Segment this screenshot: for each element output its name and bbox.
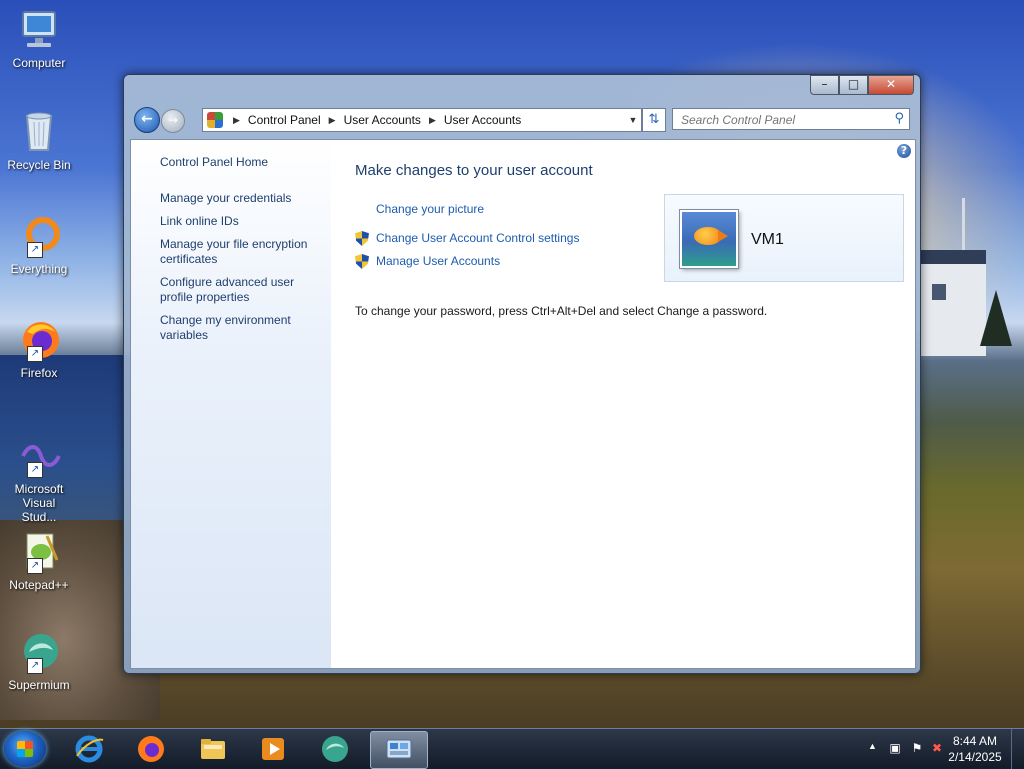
desktop-icon-label: Computer bbox=[12, 56, 66, 70]
change-picture-link[interactable]: Change your picture bbox=[376, 202, 484, 216]
manage-user-accounts-link[interactable]: Manage User Accounts bbox=[376, 254, 500, 268]
search-box[interactable]: ⚲ bbox=[672, 108, 910, 130]
user-avatar[interactable] bbox=[680, 210, 738, 268]
firefox-icon: ↗ bbox=[17, 318, 61, 362]
breadcrumb-separator[interactable]: ▶ bbox=[233, 115, 240, 126]
show-desktop-button[interactable] bbox=[1011, 729, 1024, 769]
forward-arrow-icon[interactable]: → bbox=[161, 109, 185, 133]
uac-shield-icon bbox=[355, 231, 369, 246]
internet-explorer-icon bbox=[74, 734, 104, 764]
wallpaper-tree bbox=[980, 290, 1012, 346]
maximize-button[interactable]: □ bbox=[839, 75, 868, 95]
clock[interactable]: 8:44 AM 2/14/2025 bbox=[946, 733, 1004, 765]
desktop-icon-everything[interactable]: ↗ Everything bbox=[4, 214, 74, 276]
sidebar-item-environment-variables[interactable]: Change my environment variables bbox=[160, 313, 320, 343]
recycle-bin-icon bbox=[17, 110, 61, 154]
folder-icon bbox=[198, 734, 228, 764]
taskbar-supermium[interactable] bbox=[308, 731, 362, 767]
shortcut-arrow-icon: ↗ bbox=[27, 658, 43, 674]
breadcrumb-separator[interactable]: ▶ bbox=[429, 115, 436, 126]
desktop-icon-firefox[interactable]: ↗ Firefox bbox=[4, 318, 74, 380]
user-name: VM1 bbox=[751, 231, 784, 248]
desktop-icon-label: Everything bbox=[10, 262, 68, 276]
notepadpp-icon: ↗ bbox=[17, 530, 61, 574]
taskbar-control-panel[interactable] bbox=[370, 731, 428, 769]
clock-time: 8:44 AM bbox=[952, 734, 998, 748]
search-icon[interactable]: ⚲ bbox=[894, 111, 904, 126]
change-uac-settings-link[interactable]: Change User Account Control settings bbox=[376, 231, 579, 245]
visual-studio-icon: ↗ bbox=[17, 434, 61, 478]
window-content: Control Panel Home Manage your credentia… bbox=[130, 139, 916, 669]
desktop-icon-computer[interactable]: Computer bbox=[4, 8, 74, 70]
sidebar-item-advanced-profile[interactable]: Configure advanced user profile properti… bbox=[160, 275, 320, 305]
password-hint: To change your password, press Ctrl+Alt+… bbox=[355, 304, 768, 318]
breadcrumb-user-accounts-current[interactable]: User Accounts bbox=[444, 113, 521, 127]
uac-shield-icon bbox=[355, 254, 369, 269]
firefox-icon bbox=[136, 734, 166, 764]
taskbar-file-explorer[interactable] bbox=[186, 731, 240, 767]
desktop-icon-label: Supermium bbox=[8, 678, 70, 692]
shortcut-arrow-icon: ↗ bbox=[27, 242, 43, 258]
computer-icon bbox=[17, 8, 61, 52]
breadcrumb-user-accounts[interactable]: User Accounts bbox=[344, 113, 421, 127]
supermium-icon: ↗ bbox=[17, 630, 61, 674]
control-panel-window: – □ ✕ ← → ▶ Control Panel ▶ User Account… bbox=[123, 74, 921, 674]
desktop-icon-label: Recycle Bin bbox=[7, 158, 71, 172]
sidebar-item-manage-credentials[interactable]: Manage your credentials bbox=[160, 191, 320, 206]
show-hidden-icons-icon[interactable]: ▲ bbox=[868, 741, 877, 751]
close-button[interactable]: ✕ bbox=[868, 75, 914, 95]
minimize-button[interactable]: – bbox=[810, 75, 839, 95]
chevron-down-icon[interactable]: ▼ bbox=[625, 115, 641, 125]
desktop-icon-notepadpp[interactable]: ↗ Notepad++ bbox=[4, 530, 74, 592]
sidebar-item-control-panel-home[interactable]: Control Panel Home bbox=[160, 155, 320, 170]
everything-icon: ↗ bbox=[17, 214, 61, 258]
taskbar-media-player[interactable] bbox=[246, 731, 300, 767]
clock-date: 2/14/2025 bbox=[948, 750, 1002, 764]
desktop-icon-label: Microsoft Visual Stud... bbox=[14, 482, 64, 524]
sidebar-item-link-online-ids[interactable]: Link online IDs bbox=[160, 214, 320, 229]
media-player-icon bbox=[258, 734, 288, 764]
address-bar[interactable]: ▶ Control Panel ▶ User Accounts ▶ User A… bbox=[202, 108, 642, 132]
breadcrumb-separator[interactable]: ▶ bbox=[329, 115, 336, 126]
supermium-icon bbox=[320, 734, 350, 764]
search-input[interactable] bbox=[679, 110, 883, 130]
sidebar-item-file-encryption[interactable]: Manage your file encryption certificates bbox=[160, 237, 320, 267]
shortcut-arrow-icon: ↗ bbox=[27, 462, 43, 478]
desktop-icon-label: Firefox bbox=[20, 366, 58, 380]
control-panel-icon bbox=[207, 112, 223, 128]
action-center-flag-icon[interactable]: ⚑ bbox=[910, 741, 924, 755]
back-arrow-icon[interactable]: ← bbox=[134, 107, 160, 133]
network-icon[interactable]: ▣ bbox=[888, 741, 902, 755]
control-panel-icon bbox=[384, 735, 414, 765]
wallpaper-house bbox=[920, 250, 986, 356]
help-icon[interactable]: ? bbox=[897, 144, 911, 158]
system-tray: ▲ ▣ ⚑ ✖ 8:44 AM 2/14/2025 bbox=[824, 729, 1024, 769]
taskbar-firefox[interactable] bbox=[124, 731, 178, 767]
refresh-icon[interactable]: ⇅ bbox=[642, 108, 666, 132]
desktop-icon-label: Notepad++ bbox=[9, 578, 69, 592]
taskbar: ▲ ▣ ⚑ ✖ 8:44 AM 2/14/2025 bbox=[0, 728, 1024, 769]
page-title: Make changes to your user account bbox=[355, 162, 593, 179]
desktop-icon-visual-studio[interactable]: ↗ Microsoft Visual Stud... bbox=[4, 434, 74, 524]
desktop-icon-supermium[interactable]: ↗ Supermium bbox=[4, 630, 74, 692]
sidebar: Control Panel Home Manage your credentia… bbox=[131, 140, 331, 668]
window-controls: – □ ✕ bbox=[810, 75, 914, 95]
shortcut-arrow-icon: ↗ bbox=[27, 558, 43, 574]
start-button[interactable] bbox=[4, 731, 46, 767]
shortcut-arrow-icon: ↗ bbox=[27, 346, 43, 362]
breadcrumb-control-panel[interactable]: Control Panel bbox=[248, 113, 321, 127]
taskbar-internet-explorer[interactable] bbox=[62, 731, 116, 767]
volume-muted-icon[interactable]: ✖ bbox=[930, 741, 944, 755]
user-account-card: VM1 bbox=[664, 194, 904, 282]
navigation-bar: ← → ▶ Control Panel ▶ User Accounts ▶ Us… bbox=[132, 107, 912, 133]
desktop-icon-recycle-bin[interactable]: Recycle Bin bbox=[4, 110, 74, 172]
